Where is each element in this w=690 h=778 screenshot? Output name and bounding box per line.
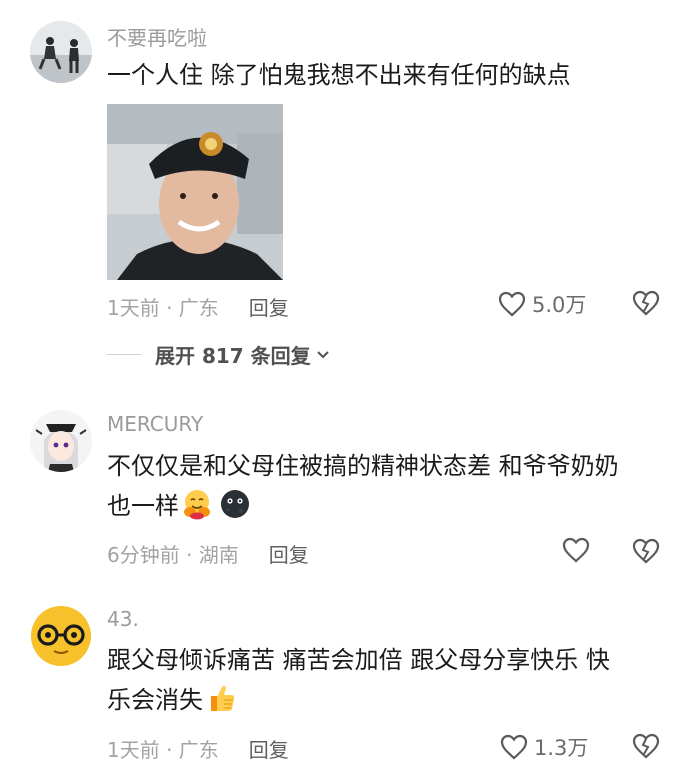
comment-text-line-with-emoji: 也一样 [107,486,667,526]
expand-replies-button[interactable]: 展开 817 条回复 [107,340,331,369]
comment-meta: 6分钟前 · 湖南 回复 [107,539,309,568]
comment-text-line: 也一样 [107,492,179,520]
broken-heart-icon [632,290,660,316]
comment-photo[interactable] [107,104,283,280]
dislike-button[interactable] [632,290,660,320]
comment-meta: 1天前 · 广东 回复 [107,734,289,763]
comment-meta: 1天前 · 广东 回复 [107,292,289,321]
hugging-face-emoji [184,490,210,520]
comment-text-line: 跟父母倾诉痛苦 痛苦会加倍 跟父母分享快乐 快 [107,646,610,674]
comment-text: 一个人住 除了怕鬼我想不出来有任何的缺点 [107,61,571,89]
username[interactable]: 不要再吃啦 [107,22,207,51]
avatar[interactable] [30,605,92,667]
comment-text: 不仅仅是和父母住被搞的精神状态差 和爷爷奶奶 也一样 [107,446,667,526]
time-location: 1天前 · 广东 [107,296,219,320]
dark-moon-face-emoji [221,490,249,518]
comment-text-line: 不仅仅是和父母住被搞的精神状态差 和爷爷奶奶 [107,452,619,480]
like-count: 1.3万 [534,736,589,760]
comment-text: 跟父母倾诉痛苦 痛苦会加倍 跟父母分享快乐 快 乐会消失 [107,640,667,720]
dislike-button[interactable] [632,538,660,568]
comment-text-line-with-emoji: 乐会消失 [107,680,667,720]
username[interactable]: 43. [107,607,139,631]
like-button[interactable]: 1.3万 [500,732,588,762]
time-location: 6分钟前 · 湖南 [107,543,239,567]
comment-text-line: 乐会消失 [107,686,203,714]
avatar[interactable] [30,21,92,83]
expand-replies-label: 展开 817 条回复 [155,344,311,368]
broken-heart-icon [632,733,660,759]
username[interactable]: MERCURY [107,412,203,436]
time-location: 1天前 · 广东 [107,738,219,762]
reply-button[interactable]: 回复 [269,543,309,567]
avatar[interactable] [30,410,92,472]
reply-button[interactable]: 回复 [249,738,289,762]
chevron-down-icon [316,350,329,358]
heart-outline-icon [498,291,526,317]
avatar-image [31,606,91,666]
like-button[interactable]: 5.0万 [498,289,586,319]
thumbs-up-emoji [211,685,235,711]
heart-outline-icon [562,537,590,563]
photo-image [107,104,283,280]
avatar-image [30,21,92,83]
broken-heart-icon [632,538,660,564]
avatar-image [30,410,92,472]
dislike-button[interactable] [632,733,660,763]
like-button[interactable] [562,537,590,563]
heart-outline-icon [500,734,528,760]
like-count: 5.0万 [532,293,587,317]
reply-button[interactable]: 回复 [249,296,289,320]
divider-line [107,354,141,355]
